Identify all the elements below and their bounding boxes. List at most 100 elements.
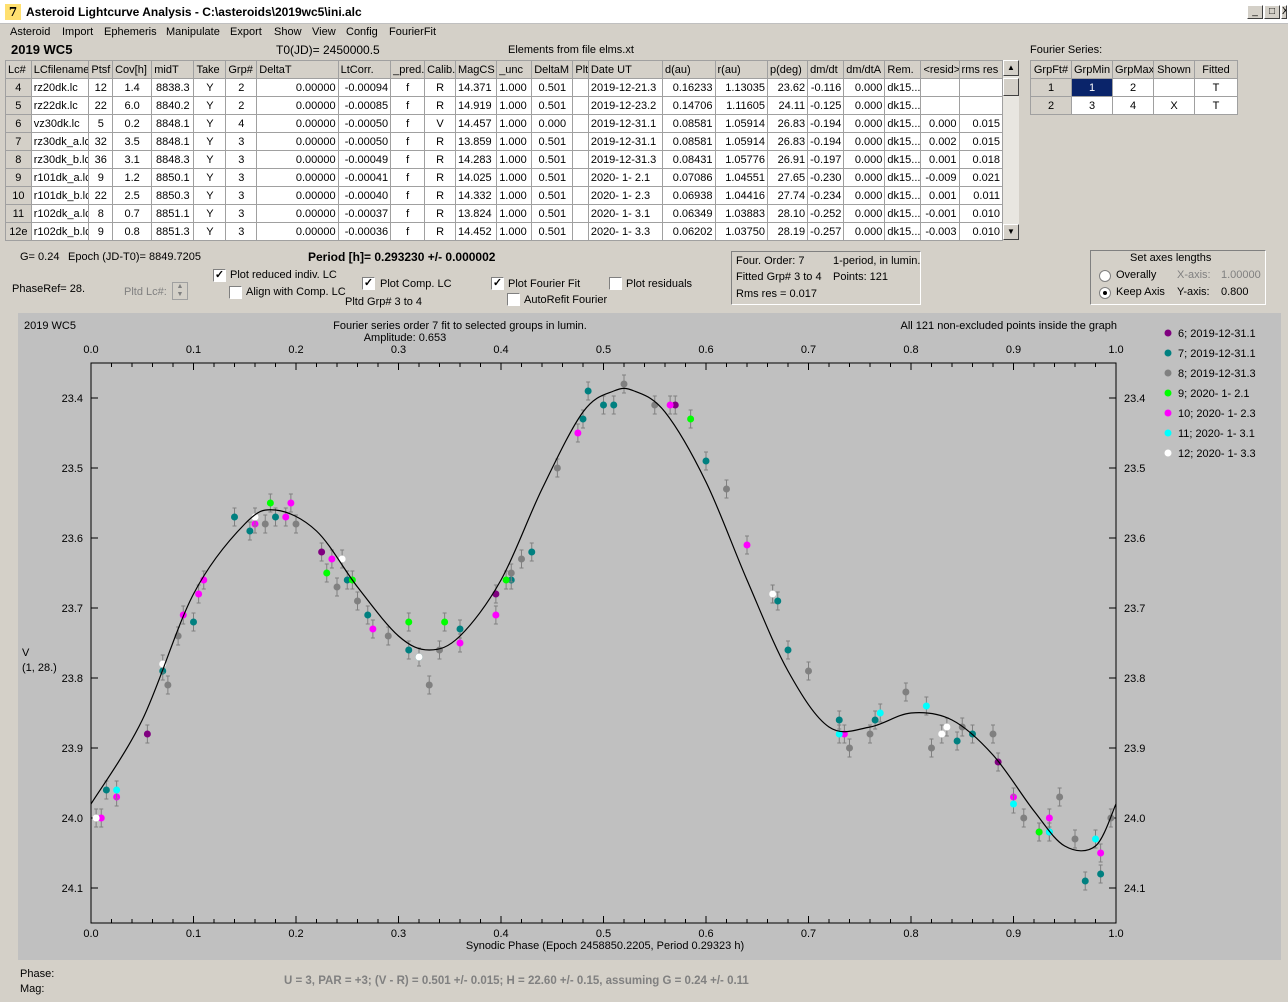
table-cell[interactable]: 0.501	[531, 78, 574, 97]
maximize-button[interactable]: □	[1264, 5, 1280, 19]
table-cell[interactable]: dk15...	[884, 204, 922, 223]
table-cell[interactable]: dk15...	[884, 114, 922, 133]
table-cell[interactable]: 22	[88, 186, 114, 205]
table-cell[interactable]	[958, 96, 1004, 115]
table-cell[interactable]: 1.000	[496, 204, 533, 223]
table-cell[interactable]: dk15...	[884, 222, 922, 241]
table-cell[interactable]: 0.06202	[661, 222, 716, 241]
table-cell[interactable]: R	[424, 150, 456, 169]
table-cell[interactable]: 32	[88, 132, 114, 151]
table-cell[interactable]: r102dk_a.lc	[30, 204, 90, 223]
fourier-cell[interactable]: 4	[1112, 96, 1154, 115]
table-cell[interactable]: 0.000	[531, 114, 574, 133]
table-cell[interactable]: 8	[88, 204, 114, 223]
table-cell[interactable]	[572, 204, 589, 223]
table-cell[interactable]: 9	[88, 222, 114, 241]
table-cell[interactable]: 2.5	[112, 186, 153, 205]
plot-fourier-checkbox[interactable]: ✓	[491, 277, 504, 290]
minimize-button[interactable]: _	[1247, 5, 1263, 19]
table-cell[interactable]: 0.000	[843, 114, 886, 133]
table-cell[interactable]: 24.11	[767, 96, 809, 115]
column-header[interactable]: dm/dt	[807, 60, 845, 79]
table-cell[interactable]: -0.00041	[337, 168, 392, 187]
table-cell[interactable]: 0.14706	[661, 96, 716, 115]
table-cell[interactable]: 0.000	[843, 222, 886, 241]
row-header[interactable]: 5	[5, 96, 32, 115]
table-cell[interactable]: 2020- 1- 2.1	[587, 168, 663, 187]
table-cell[interactable]: 0.00000	[256, 96, 339, 115]
column-header[interactable]: MagCS	[454, 60, 498, 79]
column-header[interactable]: Take	[193, 60, 227, 79]
table-cell[interactable]: 0.015	[958, 114, 1004, 133]
table-cell[interactable]: 0.010	[958, 222, 1004, 241]
column-header[interactable]: Date UT	[587, 60, 663, 79]
fourier-cell[interactable]: X	[1153, 96, 1195, 115]
table-cell[interactable]: 6.0	[112, 96, 153, 115]
table-cell[interactable]: rz30dk_a.lc	[30, 132, 90, 151]
table-cell[interactable]: Y	[193, 150, 227, 169]
table-cell[interactable]: f	[390, 114, 426, 133]
table-cell[interactable]: f	[390, 150, 426, 169]
table-cell[interactable]: R	[424, 222, 456, 241]
table-cell[interactable]	[572, 186, 589, 205]
column-header[interactable]: d(au)	[661, 60, 716, 79]
fourier-column-header[interactable]: GrpMax	[1112, 60, 1154, 79]
table-cell[interactable]: Y	[193, 132, 227, 151]
table-cell[interactable]: Y	[193, 168, 227, 187]
table-cell[interactable]: 22	[88, 96, 114, 115]
xaxis-value[interactable]: 1.00000	[1221, 269, 1261, 281]
menu-export[interactable]: Export	[230, 26, 262, 38]
table-cell[interactable]: 0.000	[843, 168, 886, 187]
table-cell[interactable]: 0.001	[920, 150, 960, 169]
table-cell[interactable]: f	[390, 222, 426, 241]
table-cell[interactable]: -0.197	[807, 150, 845, 169]
plot-residuals-checkbox[interactable]	[609, 277, 622, 290]
table-cell[interactable]: 13.859	[454, 132, 498, 151]
table-scrollbar[interactable]: ▲ ▼	[1003, 60, 1019, 240]
table-cell[interactable]: 1.04551	[714, 168, 769, 187]
plot-comp-checkbox[interactable]: ✓	[362, 277, 375, 290]
table-cell[interactable]: 0.000	[843, 78, 886, 97]
table-cell[interactable]: -0.00040	[337, 186, 392, 205]
table-cell[interactable]: 0.08581	[661, 114, 716, 133]
table-cell[interactable]: 0.501	[531, 96, 574, 115]
column-header[interactable]: DeltaM	[531, 60, 574, 79]
table-cell[interactable]: 1.000	[496, 114, 533, 133]
table-cell[interactable]: -0.00050	[337, 114, 392, 133]
table-row[interactable]: 8 rz30dk_b.lc 36 3.1 8848.3 Y 3 0.00000 -0.00049…	[5, 150, 1004, 169]
table-cell[interactable]: 0.501	[531, 150, 574, 169]
table-cell[interactable]: -0.00036	[337, 222, 392, 241]
table-cell[interactable]: 0.501	[531, 186, 574, 205]
table-cell[interactable]: 0.010	[958, 204, 1004, 223]
table-cell[interactable]: 0.000	[843, 204, 886, 223]
table-cell[interactable]: -0.00085	[337, 96, 392, 115]
table-cell[interactable]: Y	[193, 186, 227, 205]
table-cell[interactable]	[572, 168, 589, 187]
table-cell[interactable]: 1.000	[496, 186, 533, 205]
table-cell[interactable]: 0.00000	[256, 222, 339, 241]
column-header[interactable]: Rem.	[884, 60, 922, 79]
table-cell[interactable]: R	[424, 78, 456, 97]
keep-axis-radio[interactable]	[1099, 287, 1111, 299]
column-header[interactable]: Lc#	[5, 60, 32, 79]
column-header[interactable]: rms res	[958, 60, 1004, 79]
table-cell[interactable]: 1.03750	[714, 222, 769, 241]
table-cell[interactable]: 0.000	[843, 132, 886, 151]
menu-config[interactable]: Config	[346, 26, 378, 38]
table-cell[interactable]: 2019-12-31.3	[587, 150, 663, 169]
table-row[interactable]: 11 r102dk_a.lc 8 0.7 8851.1 Y 3 0.00000 -0.00037…	[5, 204, 1004, 223]
fourier-cell[interactable]: 3	[1071, 96, 1113, 115]
table-cell[interactable]	[572, 150, 589, 169]
table-cell[interactable]: 0.7	[112, 204, 153, 223]
table-cell[interactable]: -0.257	[807, 222, 845, 241]
table-cell[interactable]: 8848.1	[151, 132, 195, 151]
table-cell[interactable]: 8840.2	[151, 96, 195, 115]
table-cell[interactable]: 0.8	[112, 222, 153, 241]
row-header[interactable]: 6	[5, 114, 32, 133]
column-header[interactable]: DeltaT	[256, 60, 339, 79]
table-cell[interactable]: -0.234	[807, 186, 845, 205]
table-cell[interactable]: 8850.1	[151, 168, 195, 187]
table-cell[interactable]: -0.194	[807, 114, 845, 133]
table-cell[interactable]: V	[424, 114, 456, 133]
table-cell[interactable]: 0.00000	[256, 186, 339, 205]
